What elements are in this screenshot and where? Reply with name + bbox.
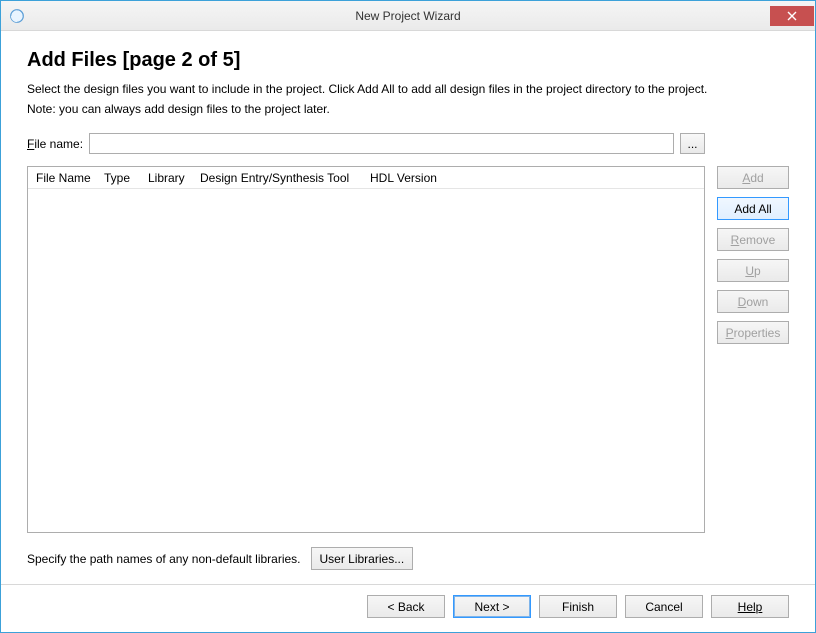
properties-button[interactable]: Properties — [717, 321, 789, 344]
col-file-name[interactable]: File Name — [28, 168, 96, 188]
col-spacer — [442, 175, 704, 181]
content-area: Add Files [page 2 of 5] Select the desig… — [1, 31, 815, 584]
user-libraries-button[interactable]: User Libraries... — [311, 547, 414, 570]
col-library[interactable]: Library — [140, 168, 192, 188]
up-button[interactable]: Up — [717, 259, 789, 282]
file-name-label: File name: — [27, 137, 83, 151]
col-type[interactable]: Type — [96, 168, 140, 188]
close-button[interactable] — [770, 6, 814, 26]
file-name-input[interactable] — [89, 133, 674, 154]
main-row: File name: ... File Name Type Library — [27, 133, 789, 533]
main-area: File name: ... File Name Type Library — [27, 133, 789, 533]
table-body — [28, 189, 704, 532]
browse-button[interactable]: ... — [680, 133, 705, 154]
page-heading: Add Files [page 2 of 5] — [27, 49, 789, 72]
file-name-row: File name: ... — [27, 133, 705, 154]
add-all-button[interactable]: Add All — [717, 197, 789, 220]
page-description: Select the design files you want to incl… — [27, 82, 789, 98]
table-header: File Name Type Library Design Entry/Synt… — [28, 167, 704, 189]
titlebar: New Project Wizard — [1, 1, 815, 31]
next-button[interactable]: Next > — [453, 595, 531, 618]
help-button[interactable]: Help — [711, 595, 789, 618]
finish-button[interactable]: Finish — [539, 595, 617, 618]
remove-button[interactable]: Remove — [717, 228, 789, 251]
bottom-row: Specify the path names of any non-defaul… — [27, 547, 789, 570]
files-table[interactable]: File Name Type Library Design Entry/Synt… — [27, 166, 705, 533]
col-hdl-version[interactable]: HDL Version — [362, 168, 442, 188]
back-button[interactable]: < Back — [367, 595, 445, 618]
window-title: New Project Wizard — [1, 9, 815, 23]
side-buttons: Add Add All Remove Up Down Properties — [717, 166, 789, 533]
page-note: Note: you can always add design files to… — [27, 102, 789, 118]
cancel-button[interactable]: Cancel — [625, 595, 703, 618]
app-icon — [9, 8, 25, 24]
down-button[interactable]: Down — [717, 290, 789, 313]
wizard-window: New Project Wizard Add Files [page 2 of … — [0, 0, 816, 633]
col-design-entry[interactable]: Design Entry/Synthesis Tool — [192, 168, 362, 188]
footer: < Back Next > Finish Cancel Help — [1, 584, 815, 632]
add-button[interactable]: Add — [717, 166, 789, 189]
libraries-text: Specify the path names of any non-defaul… — [27, 552, 301, 566]
